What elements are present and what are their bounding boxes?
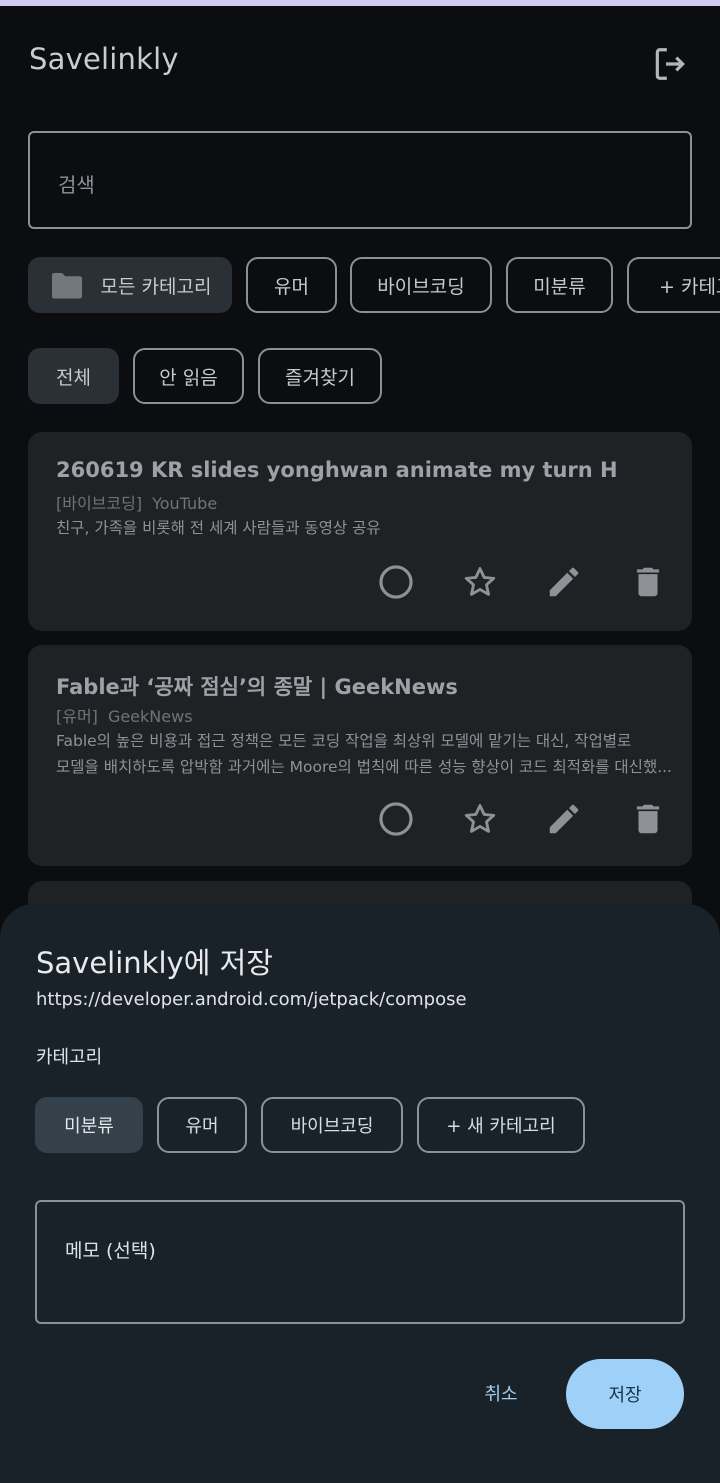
status-chip-unread[interactable]: 안 읽음 xyxy=(133,348,244,404)
sheet-chip-label: 유머 xyxy=(185,1116,219,1137)
star-outline-icon xyxy=(464,804,496,833)
filter-chip-label: 바이브코딩 xyxy=(377,275,465,298)
folder-icon xyxy=(49,270,85,300)
sheet-chip-label: 바이브코딩 xyxy=(290,1116,374,1137)
filter-chip-label: 유머 xyxy=(274,275,309,298)
edit-button[interactable] xyxy=(540,795,588,843)
link-category: [바이브코딩] xyxy=(56,494,143,513)
sheet-title: Savelinkly에 저장 xyxy=(36,946,273,980)
logout-button[interactable] xyxy=(646,40,694,88)
status-chip-all[interactable]: 전체 xyxy=(28,348,119,404)
status-chip-label: 전체 xyxy=(56,366,91,389)
filter-chip-humor[interactable]: 유머 xyxy=(246,257,337,313)
logout-icon xyxy=(655,48,685,80)
card-actions xyxy=(336,795,672,843)
pencil-icon xyxy=(549,567,579,597)
mark-read-button[interactable] xyxy=(372,795,420,843)
filter-chip-all-categories[interactable]: 모든 카테고리 xyxy=(28,257,232,313)
search-input[interactable]: 검색 xyxy=(28,131,692,229)
sheet-chip-uncategorized[interactable]: 미분류 xyxy=(35,1097,143,1153)
sheet-chip-label: 미분류 xyxy=(64,1116,114,1137)
link-source: YouTube xyxy=(152,494,218,513)
save-button[interactable]: 저장 xyxy=(566,1359,684,1429)
link-title: Fable과 ‘공짜 점심’의 종말 | GeekNews xyxy=(56,675,458,699)
link-description: Fable의 높은 비용과 접근 정책은 모든 코딩 작업을 최상위 모델에 맡… xyxy=(56,728,676,780)
status-chip-label: 즐겨찾기 xyxy=(285,366,355,389)
filter-chip-label: + 카테고리 xyxy=(659,275,720,298)
link-description: 친구, 가족을 비롯해 전 세계 사람들과 동영상 공유 xyxy=(56,515,676,541)
circle-icon xyxy=(379,802,413,836)
edit-button[interactable] xyxy=(540,558,588,606)
category-label: 카테고리 xyxy=(36,1047,103,1068)
link-card[interactable]: 260619 KR slides yonghwan animate my tur… xyxy=(28,432,692,631)
search-placeholder: 검색 xyxy=(58,173,95,197)
add-category-chip[interactable]: + 카테고리 xyxy=(627,257,720,313)
filter-chip-label: 모든 카테고리 xyxy=(100,275,212,298)
delete-button[interactable] xyxy=(624,795,672,843)
star-outline-icon xyxy=(464,567,496,596)
shared-url: https://developer.android.com/jetpack/co… xyxy=(36,989,467,1010)
link-title: 260619 KR slides yonghwan animate my tur… xyxy=(56,458,618,482)
circle-icon xyxy=(379,565,413,599)
favorite-button[interactable] xyxy=(456,795,504,843)
top-app-bar: Savelinkly xyxy=(0,6,720,116)
filter-chip-vibecoding[interactable]: 바이브코딩 xyxy=(350,257,492,313)
description-line: 모델을 배치하도록 압박함 과거에는 Moore의 법칙에 따른 성능 향상이 … xyxy=(56,758,672,776)
memo-placeholder: 메모 (선택) xyxy=(65,1240,156,1262)
trash-icon xyxy=(636,804,660,834)
filter-chip-label: 미분류 xyxy=(533,275,586,298)
card-actions xyxy=(336,558,672,606)
pencil-icon xyxy=(549,804,579,834)
link-source: GeekNews xyxy=(107,707,193,726)
sheet-chip-vibecoding[interactable]: 바이브코딩 xyxy=(261,1097,403,1153)
description-line: Fable의 높은 비용과 접근 정책은 모든 코딩 작업을 최상위 모델에 맡… xyxy=(56,732,632,750)
sheet-chip-label: + 새 카테고리 xyxy=(446,1116,556,1137)
sheet-chip-humor[interactable]: 유머 xyxy=(157,1097,247,1153)
memo-input[interactable]: 메모 (선택) xyxy=(35,1200,685,1324)
save-bottom-sheet: Savelinkly에 저장 https://developer.android… xyxy=(0,904,720,1483)
cancel-button[interactable]: 취소 xyxy=(470,1378,532,1408)
link-card[interactable]: Fable과 ‘공짜 점심’의 종말 | GeekNews [유머] GeekNe… xyxy=(28,645,692,866)
favorite-button[interactable] xyxy=(456,558,504,606)
status-chip-favorites[interactable]: 즐겨찾기 xyxy=(258,348,382,404)
filter-chip-uncategorized[interactable]: 미분류 xyxy=(506,257,613,313)
app-title: Savelinkly xyxy=(29,42,179,76)
status-chip-label: 안 읽음 xyxy=(159,366,218,389)
mark-read-button[interactable] xyxy=(372,558,420,606)
link-meta: [바이브코딩] YouTube xyxy=(56,490,217,514)
delete-button[interactable] xyxy=(624,558,672,606)
link-category: [유머] xyxy=(56,707,98,726)
link-meta: [유머] GeekNews xyxy=(56,703,193,727)
trash-icon xyxy=(636,567,660,597)
description-line: 친구, 가족을 비롯해 전 세계 사람들과 동영상 공유 xyxy=(56,519,381,537)
new-category-chip[interactable]: + 새 카테고리 xyxy=(417,1097,585,1153)
